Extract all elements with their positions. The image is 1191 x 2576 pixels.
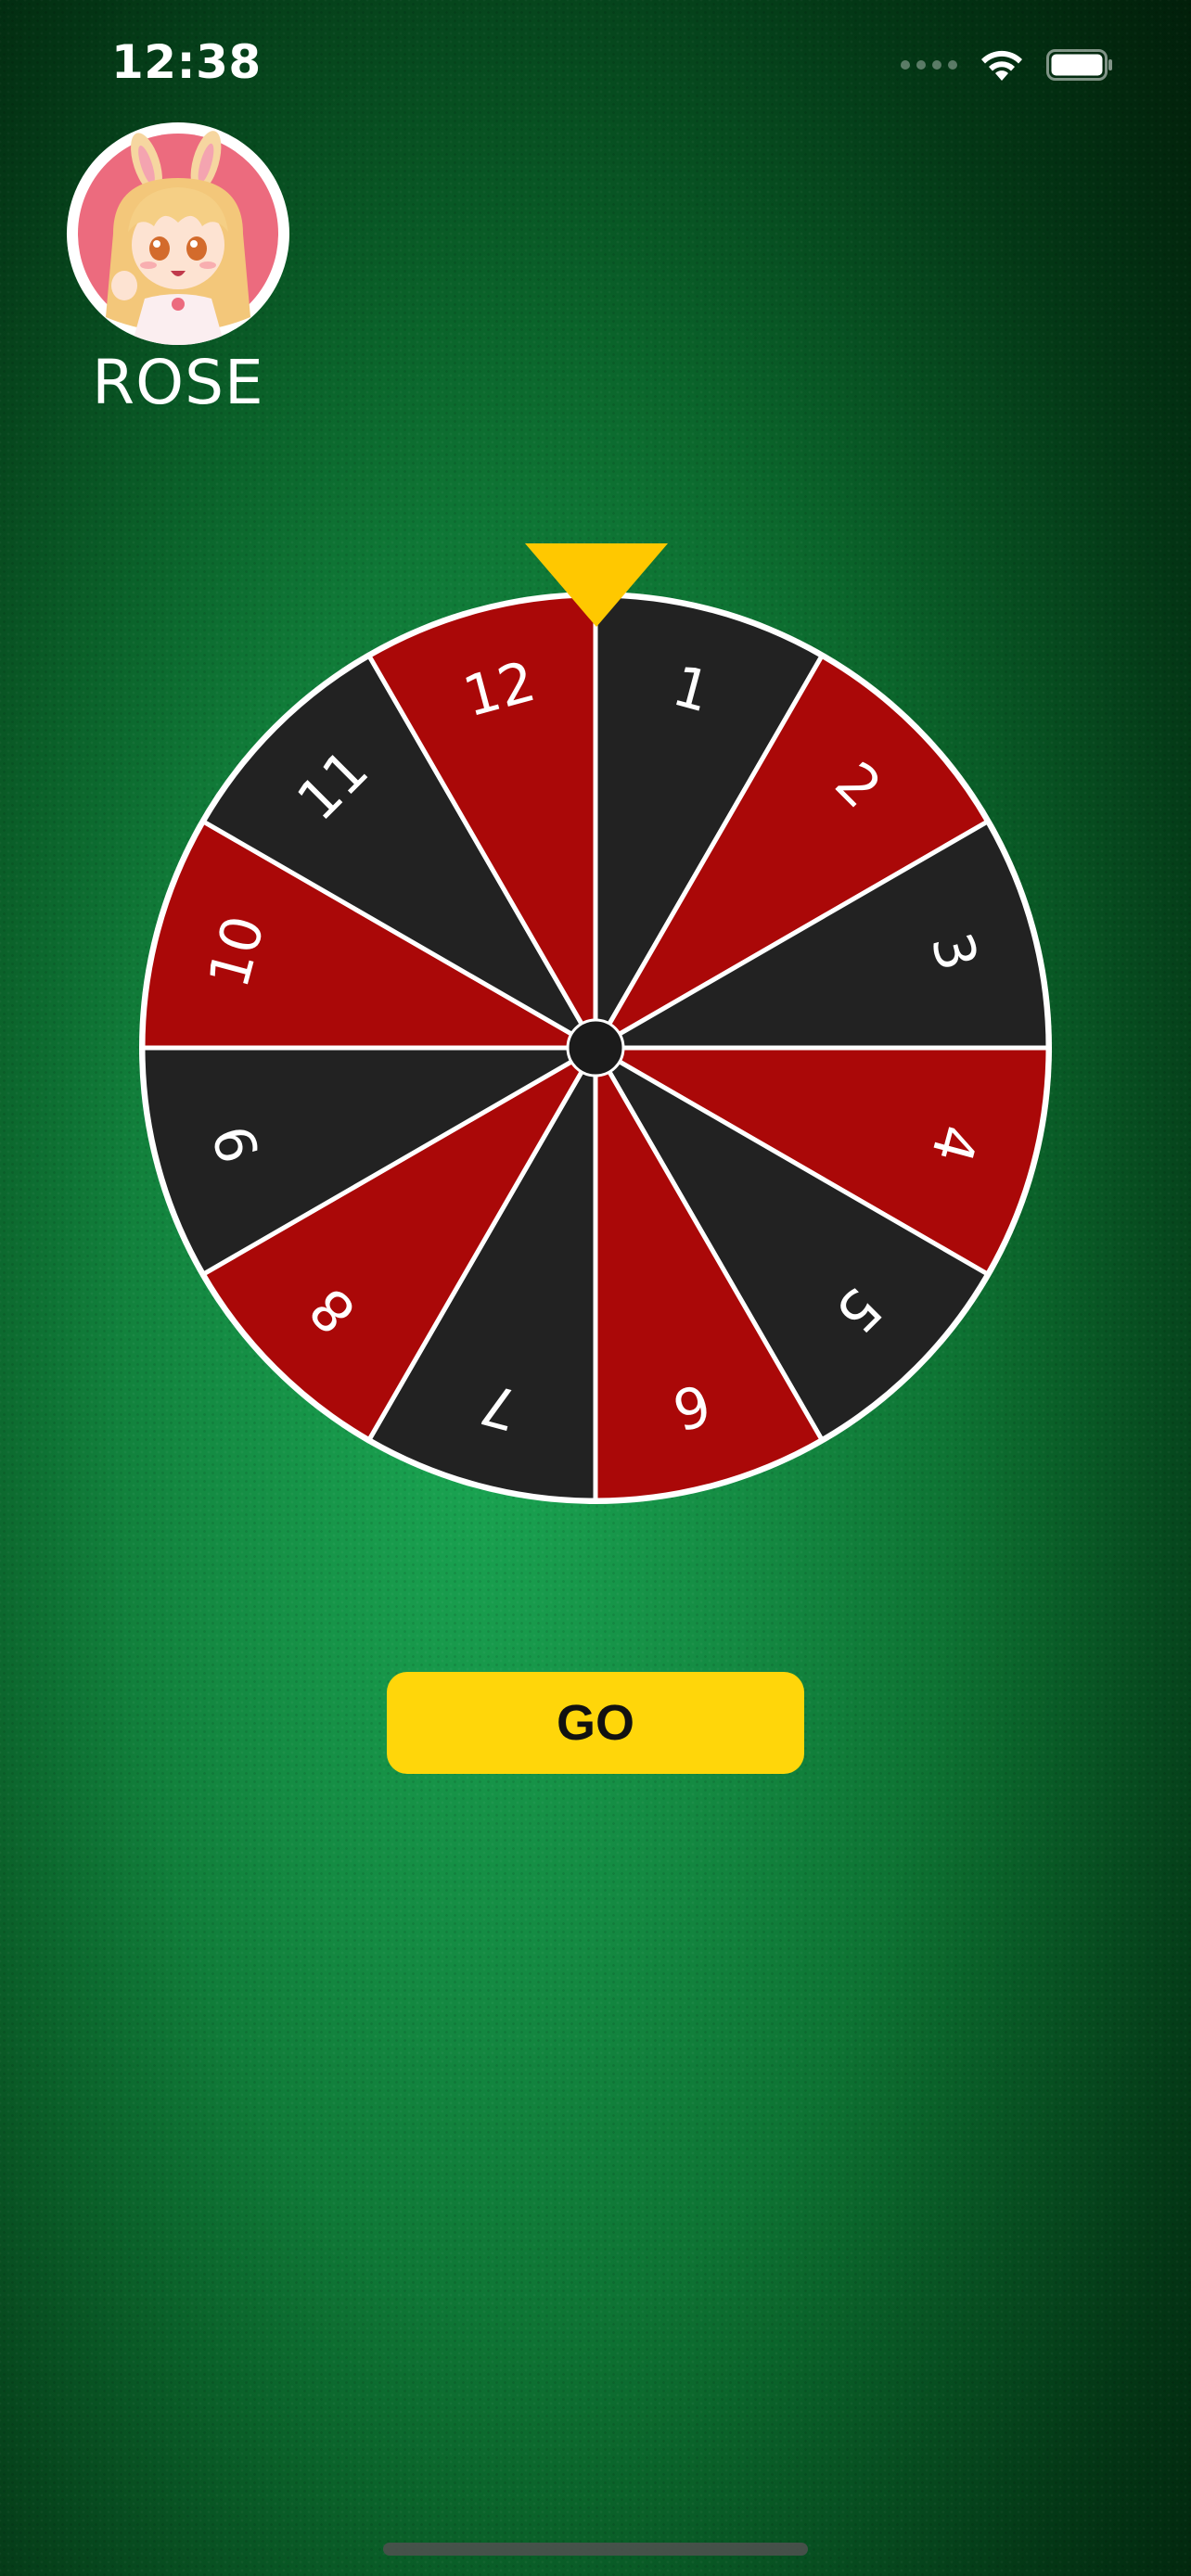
wheel-hub [566, 1018, 625, 1078]
wheel-area: 1 2 3 4 5 6 7 8 9 10 11 12 [0, 0, 1191, 2576]
wheel-pointer-icon [525, 543, 668, 627]
spin-wheel[interactable]: 123456789101112 [0, 0, 1191, 2576]
home-indicator[interactable] [383, 2543, 808, 2556]
go-button[interactable]: GO [387, 1672, 804, 1774]
